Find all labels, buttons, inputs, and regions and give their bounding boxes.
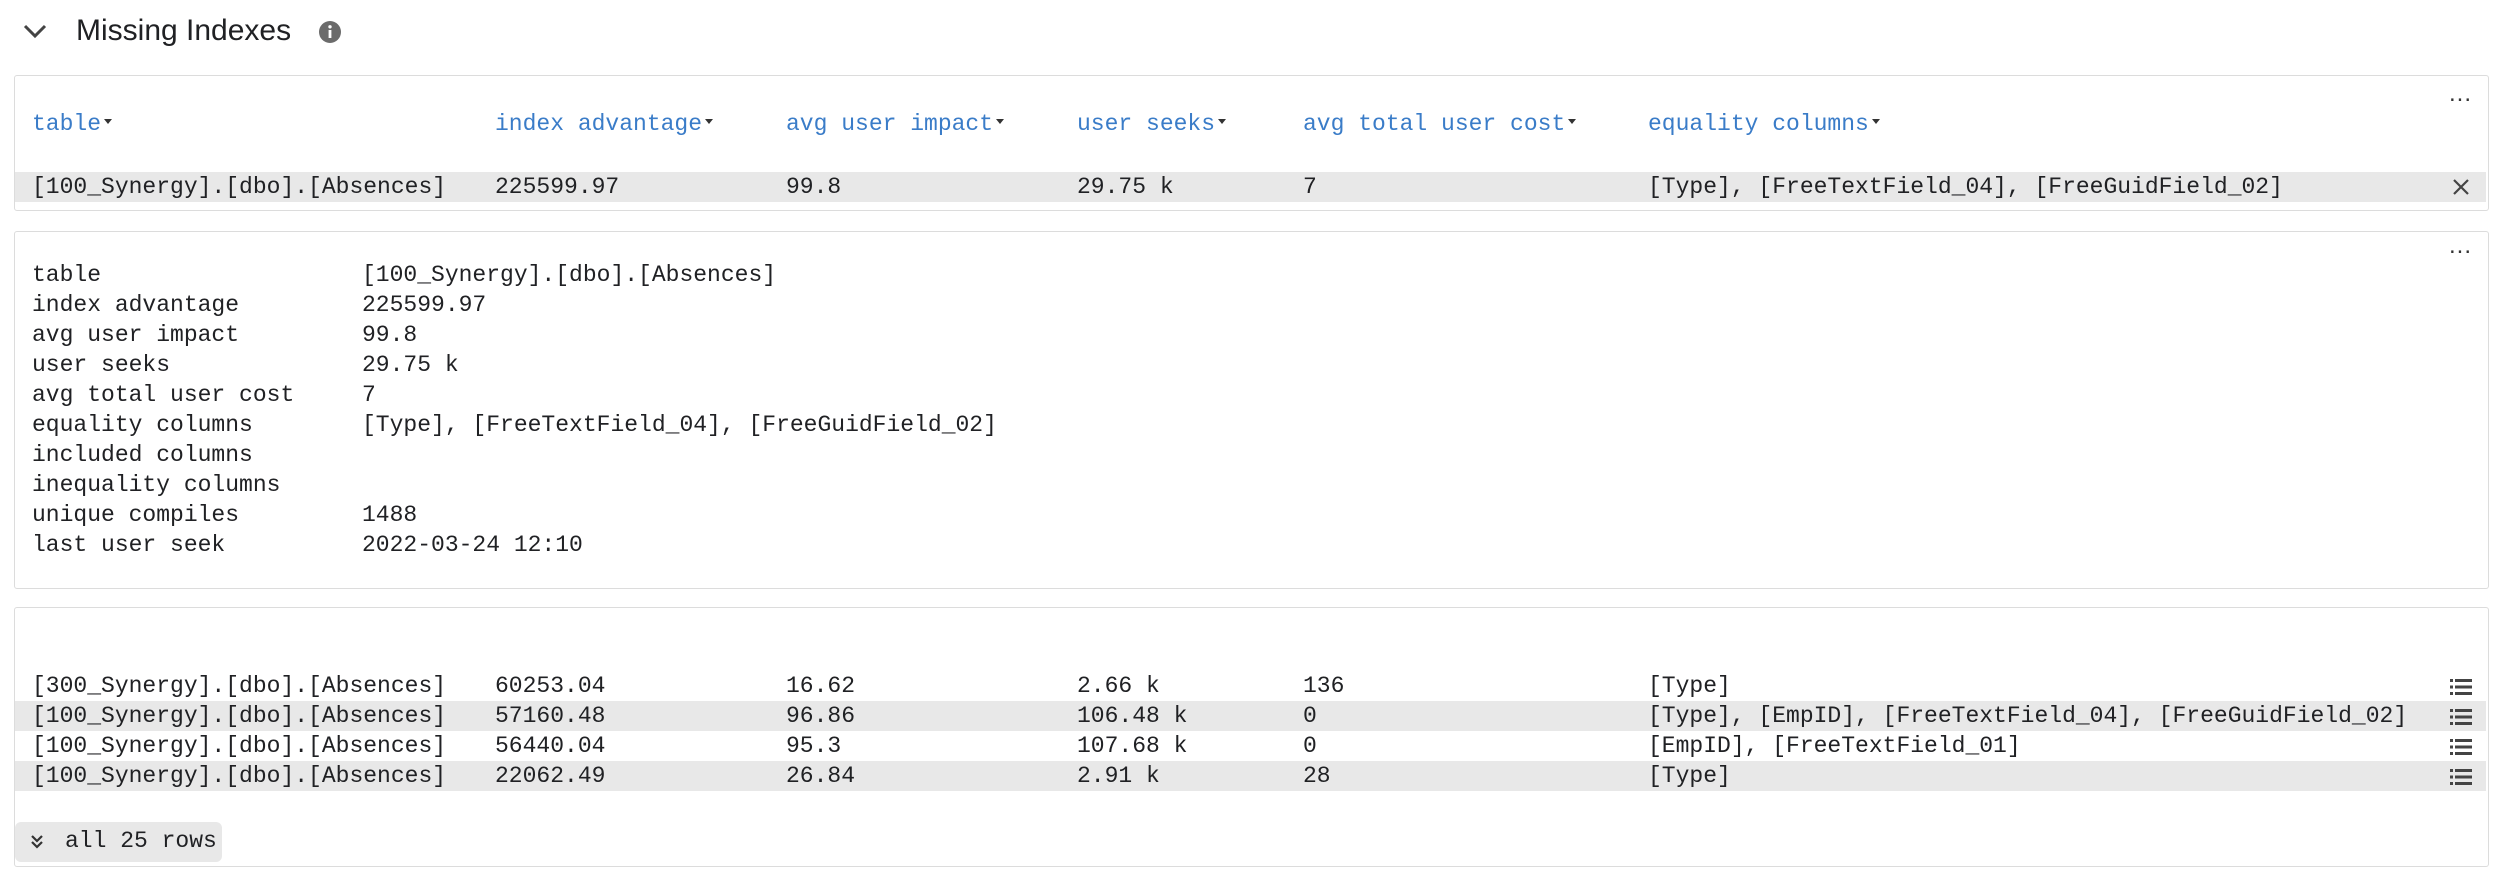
detail-key: user seeks bbox=[32, 352, 171, 378]
cell-avg-user-impact: 96.86 bbox=[786, 703, 856, 729]
close-icon[interactable] bbox=[2452, 178, 2470, 201]
detail-key: index advantage bbox=[32, 292, 240, 318]
detail-value: 7 bbox=[362, 382, 376, 408]
cell-avg-total-user-cost: 136 bbox=[1303, 673, 1345, 699]
cell-equality-columns: [EmpID], [FreeTextField_01] bbox=[1648, 733, 2021, 759]
cell-table: [100_Synergy].[dbo].[Absences] bbox=[32, 763, 447, 789]
cell-user-seeks: 29.75 k bbox=[1077, 174, 1174, 200]
cell-index-advantage: 225599.97 bbox=[495, 174, 620, 200]
cell-equality-columns: [Type], [FreeTextField_04], [FreeGuidFie… bbox=[1648, 174, 2283, 200]
cell-table: [100_Synergy].[dbo].[Absences] bbox=[32, 174, 447, 200]
cell-avg-total-user-cost: 28 bbox=[1303, 763, 1331, 789]
cell-avg-total-user-cost: 7 bbox=[1303, 174, 1317, 200]
cell-table: [100_Synergy].[dbo].[Absences] bbox=[32, 703, 447, 729]
table-row[interactable]: [100_Synergy].[dbo].[Absences] 22062.49 … bbox=[15, 761, 2486, 791]
list-details-icon[interactable] bbox=[2450, 678, 2472, 701]
cell-equality-columns: [Type], [EmpID], [FreeTextField_04], [Fr… bbox=[1648, 703, 2408, 729]
sort-caret-icon bbox=[996, 119, 1005, 125]
cell-avg-user-impact: 16.62 bbox=[786, 673, 856, 699]
column-header-user-seeks[interactable]: user seeks bbox=[1077, 111, 1227, 137]
column-header-avg-total-user-cost[interactable]: avg total user cost bbox=[1303, 111, 1577, 137]
more-menu-button[interactable]: ... bbox=[2449, 80, 2472, 108]
detail-value: [Type], [FreeTextField_04], [FreeGuidFie… bbox=[362, 412, 997, 438]
cell-equality-columns: [Type] bbox=[1648, 673, 1731, 699]
detail-key: equality columns bbox=[32, 412, 253, 438]
detail-value: 2022-03-24 12:10 bbox=[362, 532, 583, 558]
chevron-down-icon[interactable] bbox=[22, 22, 48, 45]
detail-value: 225599.97 bbox=[362, 292, 487, 318]
detail-key: table bbox=[32, 262, 102, 288]
cell-user-seeks: 107.68 k bbox=[1077, 733, 1188, 759]
column-header-avg-user-impact[interactable]: avg user impact bbox=[786, 111, 1005, 137]
table-row[interactable]: [300_Synergy].[dbo].[Absences] 60253.04 … bbox=[15, 671, 2486, 701]
cell-index-advantage: 56440.04 bbox=[495, 733, 606, 759]
table-row[interactable]: [100_Synergy].[dbo].[Absences] 56440.04 … bbox=[15, 731, 2486, 761]
detail-value: 99.8 bbox=[362, 322, 418, 348]
detail-value: 1488 bbox=[362, 502, 418, 528]
detail-key: included columns bbox=[32, 442, 253, 468]
sort-caret-icon bbox=[104, 119, 113, 125]
sort-caret-icon bbox=[1568, 119, 1577, 125]
cell-index-advantage: 57160.48 bbox=[495, 703, 606, 729]
cell-equality-columns: [Type] bbox=[1648, 763, 1731, 789]
table-row[interactable]: [100_Synergy].[dbo].[Absences] 57160.48 … bbox=[15, 701, 2486, 731]
cell-avg-user-impact: 26.84 bbox=[786, 763, 856, 789]
section-title: Missing Indexes bbox=[76, 14, 292, 47]
cell-avg-total-user-cost: 0 bbox=[1303, 733, 1317, 759]
sort-caret-icon bbox=[1871, 119, 1880, 125]
sort-caret-icon bbox=[1218, 119, 1227, 125]
detail-key: last user seek bbox=[32, 532, 226, 558]
column-header-index-advantage[interactable]: index advantage bbox=[495, 111, 714, 137]
show-all-rows-label: all 25 rows bbox=[65, 828, 217, 854]
column-header-equality-columns[interactable]: equality columns bbox=[1648, 111, 1880, 137]
cell-avg-user-impact: 99.8 bbox=[786, 174, 842, 200]
cell-user-seeks: 106.48 k bbox=[1077, 703, 1188, 729]
info-icon[interactable] bbox=[318, 20, 342, 49]
cell-table: [300_Synergy].[dbo].[Absences] bbox=[32, 673, 447, 699]
detail-value: 29.75 k bbox=[362, 352, 459, 378]
cell-table: [100_Synergy].[dbo].[Absences] bbox=[32, 733, 447, 759]
detail-key: inequality columns bbox=[32, 472, 281, 498]
list-details-icon[interactable] bbox=[2450, 708, 2472, 731]
detail-key: avg total user cost bbox=[32, 382, 295, 408]
detail-key: avg user impact bbox=[32, 322, 240, 348]
show-all-rows-button[interactable]: all 25 rows bbox=[15, 822, 222, 862]
detail-key: unique compiles bbox=[32, 502, 240, 528]
table-row-selected[interactable]: [100_Synergy].[dbo].[Absences] 225599.97… bbox=[15, 172, 2486, 202]
sort-caret-icon bbox=[705, 119, 714, 125]
cell-index-advantage: 60253.04 bbox=[495, 673, 606, 699]
double-chevron-down-icon bbox=[29, 834, 45, 855]
cell-user-seeks: 2.91 k bbox=[1077, 763, 1160, 789]
cell-index-advantage: 22062.49 bbox=[495, 763, 606, 789]
list-details-icon[interactable] bbox=[2450, 768, 2472, 791]
column-header-table[interactable]: table bbox=[32, 111, 113, 137]
list-details-icon[interactable] bbox=[2450, 738, 2472, 761]
cell-avg-user-impact: 95.3 bbox=[786, 733, 842, 759]
cell-avg-total-user-cost: 0 bbox=[1303, 703, 1317, 729]
detail-value: [100_Synergy].[dbo].[Absences] bbox=[362, 262, 777, 288]
more-menu-button[interactable]: ... bbox=[2449, 232, 2472, 260]
cell-user-seeks: 2.66 k bbox=[1077, 673, 1160, 699]
